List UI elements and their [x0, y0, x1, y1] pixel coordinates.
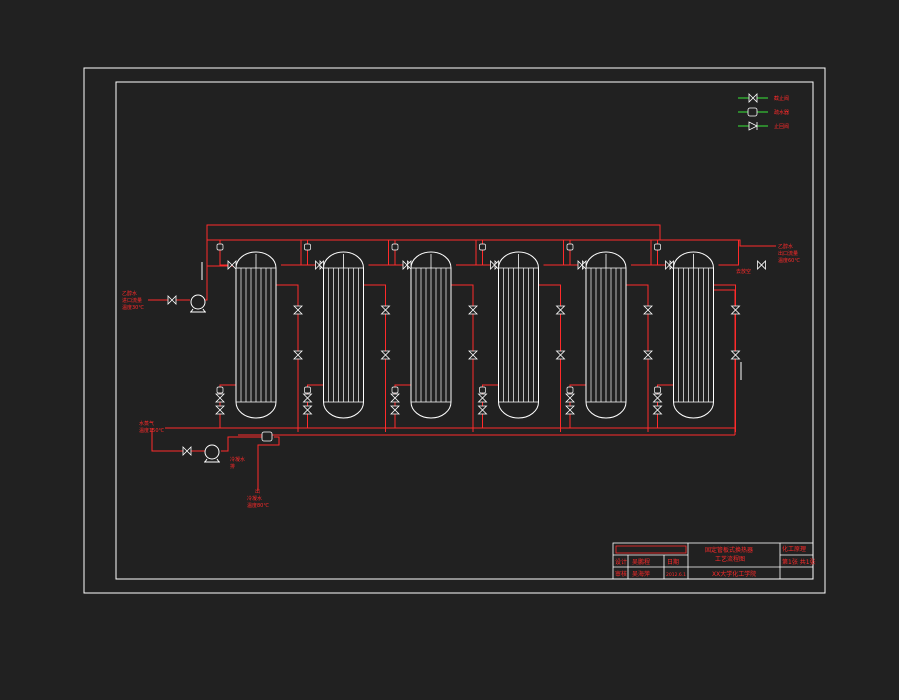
inlet-gate-valve — [577, 260, 587, 270]
process-flow-drawing: 截止阀 疏水器 止回阀 乙醇水 进口流量 温度30℃ 乙醇水 出口流量 温度60… — [83, 67, 826, 594]
steam-trap-icon — [654, 386, 661, 394]
outlet-gate-valve — [730, 305, 741, 315]
trap-outlet-pipe — [257, 436, 280, 490]
steam-trap-icon — [216, 243, 224, 251]
legend-label: 疏水器 — [774, 109, 789, 116]
designer-name: 吴鹏程 — [632, 558, 650, 566]
inlet-label-1: 乙醇水 — [122, 290, 137, 297]
bottom-gate-valve — [565, 405, 575, 415]
outlet-gate-valve — [468, 305, 478, 315]
legend-item-gate-valve: 截止阀 — [738, 93, 789, 103]
steam-trap-icon — [479, 386, 486, 394]
bottom-gate-valve — [302, 405, 313, 415]
outlet-gate-valve — [555, 305, 566, 315]
designer-role: 设计 — [615, 558, 627, 566]
drain-label-1: 冷凝水 — [230, 456, 245, 463]
gate-valve-icon — [748, 93, 758, 103]
bottom-gate-valve-2 — [565, 393, 575, 403]
steam-trap-icon — [654, 243, 661, 251]
bottom-gate-valve-2 — [302, 393, 313, 403]
bottom-gate-valve-2 — [477, 393, 488, 403]
inlet-label-2: 进口流量 — [122, 297, 142, 304]
bottom-gate-valve — [390, 405, 400, 415]
bottom-gate-valve-2 — [390, 393, 400, 403]
school-name: XX大学化工学院 — [712, 570, 756, 578]
steam-label-1: 水蒸气 — [139, 420, 154, 427]
inlet-gate-valve — [402, 260, 412, 270]
heat-exchanger — [215, 240, 329, 432]
bottom-gate-valve — [477, 405, 488, 415]
steam-label-2: 温度150℃ — [139, 427, 165, 434]
steam-trap-icon — [391, 386, 399, 394]
right-riser — [712, 289, 736, 435]
pump2-discharge — [221, 436, 262, 452]
cond-label-2: 冷凝水 — [247, 495, 262, 502]
check-valve-icon — [748, 121, 758, 131]
steam-trap-icon — [391, 243, 399, 251]
bottom-gate-valve — [652, 405, 663, 415]
date-label: 日期 — [667, 558, 679, 566]
drawing-title-1: 固定管板式换热器 — [705, 546, 753, 554]
outlet-label-1: 乙醇水 — [778, 243, 793, 250]
outlet-label-3: 温度60℃ — [778, 257, 800, 264]
legend-label: 止回阀 — [774, 123, 789, 130]
heat-exchanger-train — [215, 240, 766, 432]
inlet-label-3: 温度30℃ — [122, 304, 144, 311]
shell-gate-valve — [293, 350, 303, 360]
inlet-gate-valve — [490, 260, 499, 270]
shell-gate-valve — [555, 350, 566, 360]
bottom-gate-valve — [215, 405, 225, 415]
drain-label-2: 排 — [230, 463, 235, 470]
course-name: 化工原理 — [782, 545, 806, 553]
shell-gate-valve — [730, 350, 741, 360]
cond-label-3: 温度80℃ — [247, 502, 269, 509]
checker-role: 审核 — [615, 570, 627, 578]
outlet-gate-valve — [380, 305, 391, 315]
cond-label-1: 出 — [255, 488, 260, 495]
steam-trap-icon — [304, 386, 311, 394]
bottom-gate-valve-2 — [652, 393, 663, 403]
sheet-number: 第1张 共1张 — [782, 558, 816, 566]
steam-trap-icon — [566, 243, 574, 251]
legend-item-steam-trap: 疏水器 — [738, 107, 789, 117]
main-steam-trap — [261, 431, 273, 442]
date-value: 2012.6.1 — [666, 572, 686, 578]
steam-trap-icon — [479, 243, 486, 251]
steam-valve — [182, 446, 192, 456]
outlet-label-2: 出口流量 — [778, 250, 798, 257]
inlet-gate-valve — [665, 260, 674, 270]
legend-item-check-valve: 止回阀 — [738, 121, 789, 131]
checker-name: 吴海萍 — [632, 570, 650, 578]
steam-trap-icon — [566, 386, 574, 394]
pump-1 — [190, 294, 206, 313]
steam-trap-icon — [304, 243, 311, 251]
inlet-valve — [167, 295, 177, 305]
legend: 截止阀 疏水器 止回阀 — [738, 93, 789, 131]
outlet-gate-valve — [643, 305, 653, 315]
drawing-title-2: 工艺流程图 — [715, 555, 745, 563]
bottom-gate-valve-2 — [215, 393, 225, 403]
shell-gate-valve — [643, 350, 653, 360]
pump-2 — [204, 444, 220, 463]
connector-gate-valve — [757, 260, 766, 270]
outlet-gate-valve — [293, 305, 303, 315]
inlet-gate-valve — [227, 260, 237, 270]
legend-label: 截止阀 — [774, 95, 789, 102]
shell-gate-valve — [468, 350, 478, 360]
steam-trap-icon — [747, 107, 758, 117]
steam-trap-icon — [216, 386, 224, 394]
vent-label: 去放空 — [736, 268, 751, 275]
shell-gate-valve — [380, 350, 391, 360]
inlet-gate-valve — [315, 260, 324, 270]
